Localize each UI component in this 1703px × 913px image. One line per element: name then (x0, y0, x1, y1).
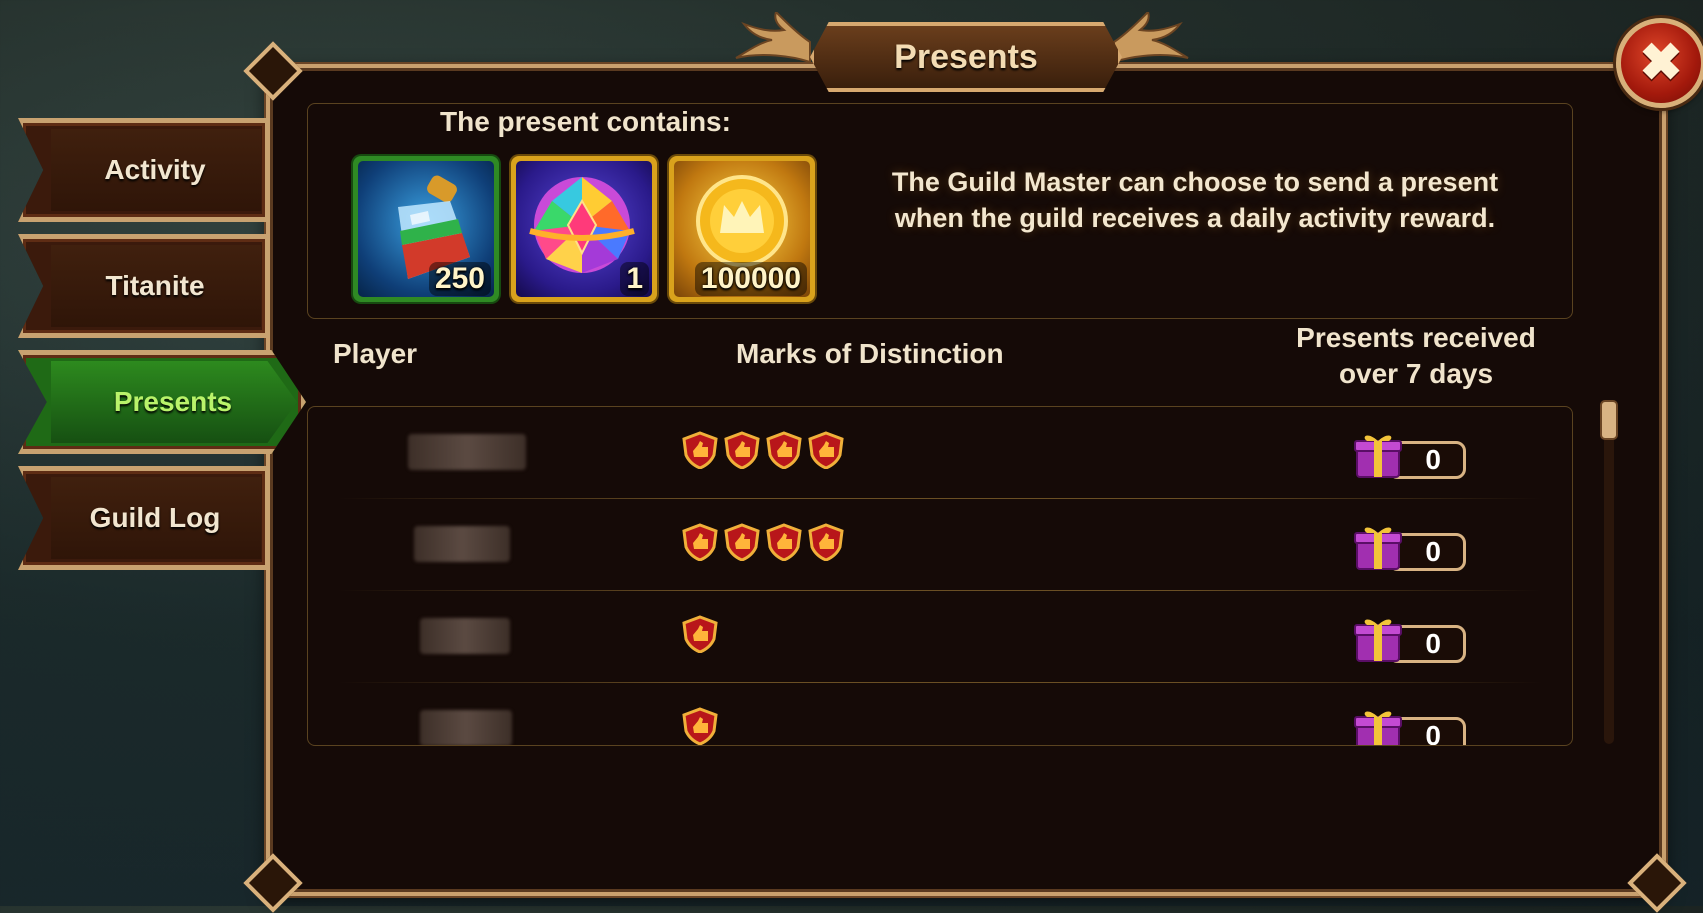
list-scrollbar-track[interactable] (1604, 404, 1614, 744)
title-banner: Presents (732, 8, 1192, 92)
column-header-player: Player (333, 338, 418, 369)
presents-count-value: 0 (1425, 444, 1441, 475)
tab-presents[interactable]: Presents (18, 350, 306, 454)
reward-item-potion[interactable]: 250 (353, 156, 499, 302)
mark-of-distinction-icon (808, 523, 844, 561)
player-name-redacted (420, 618, 510, 654)
right-wing-icon (1113, 12, 1189, 64)
mark-of-distinction-icon (682, 523, 718, 561)
column-header-marks: Marks of Distinction (736, 338, 1004, 369)
table-row[interactable]: 0 (308, 591, 1572, 683)
tab-label: Activity (104, 154, 206, 185)
mark-of-distinction-icon (766, 523, 802, 561)
presents-count-value: 0 (1425, 536, 1441, 567)
item-count: 1 (620, 262, 649, 296)
player-name-redacted (414, 526, 510, 562)
player-name-redacted (420, 710, 512, 745)
member-list[interactable]: 0 0 0 0 (307, 406, 1573, 746)
present-description: The Guild Master can choose to send a pr… (891, 167, 1499, 233)
player-name-redacted (408, 434, 526, 470)
marks-of-distinction (682, 523, 844, 561)
tab-label: Titanite (105, 270, 205, 301)
column-header-presents: Presents received over 7 days (1296, 322, 1536, 389)
list-scrollbar-thumb[interactable] (1600, 400, 1618, 440)
item-count: 100000 (694, 262, 807, 296)
item-count: 250 (428, 262, 491, 296)
mark-of-distinction-icon (682, 615, 718, 653)
table-row[interactable]: 0 (308, 683, 1572, 746)
gift-box-icon (1354, 619, 1402, 662)
window-title: Presents (894, 37, 1038, 76)
mark-of-distinction-icon (766, 431, 802, 469)
tab-label: Presents (113, 386, 233, 417)
marks-of-distinction (682, 431, 844, 469)
mark-of-distinction-icon (682, 707, 718, 745)
left-wing-icon (735, 12, 811, 64)
title-plate: Presents (810, 22, 1122, 92)
table-row[interactable]: 0 (308, 407, 1572, 499)
table-row[interactable]: 0 (308, 499, 1572, 591)
gift-box-icon (1354, 711, 1402, 745)
tab-guild-log[interactable]: Guild Log (18, 466, 270, 570)
gift-box-icon (1354, 527, 1402, 570)
gift-box-icon (1354, 435, 1402, 478)
mark-of-distinction-icon (724, 431, 760, 469)
tab-titanite[interactable]: Titanite (18, 234, 270, 338)
reward-item-gem[interactable]: 1 (511, 156, 657, 302)
mark-of-distinction-icon (808, 431, 844, 469)
close-button[interactable]: ✖ (1616, 18, 1703, 108)
present-contents-heading: The present contains: (440, 106, 731, 137)
tab-label: Guild Log (89, 502, 221, 533)
presents-count-value: 0 (1425, 720, 1441, 746)
tab-activity[interactable]: Activity (18, 118, 270, 222)
mark-of-distinction-icon (682, 431, 718, 469)
mark-of-distinction-icon (724, 523, 760, 561)
marks-of-distinction (682, 707, 718, 745)
close-icon: ✖ (1639, 34, 1683, 92)
presents-count-value: 0 (1425, 628, 1441, 659)
marks-of-distinction (682, 615, 718, 653)
reward-item-gold[interactable]: 100000 (669, 156, 815, 302)
